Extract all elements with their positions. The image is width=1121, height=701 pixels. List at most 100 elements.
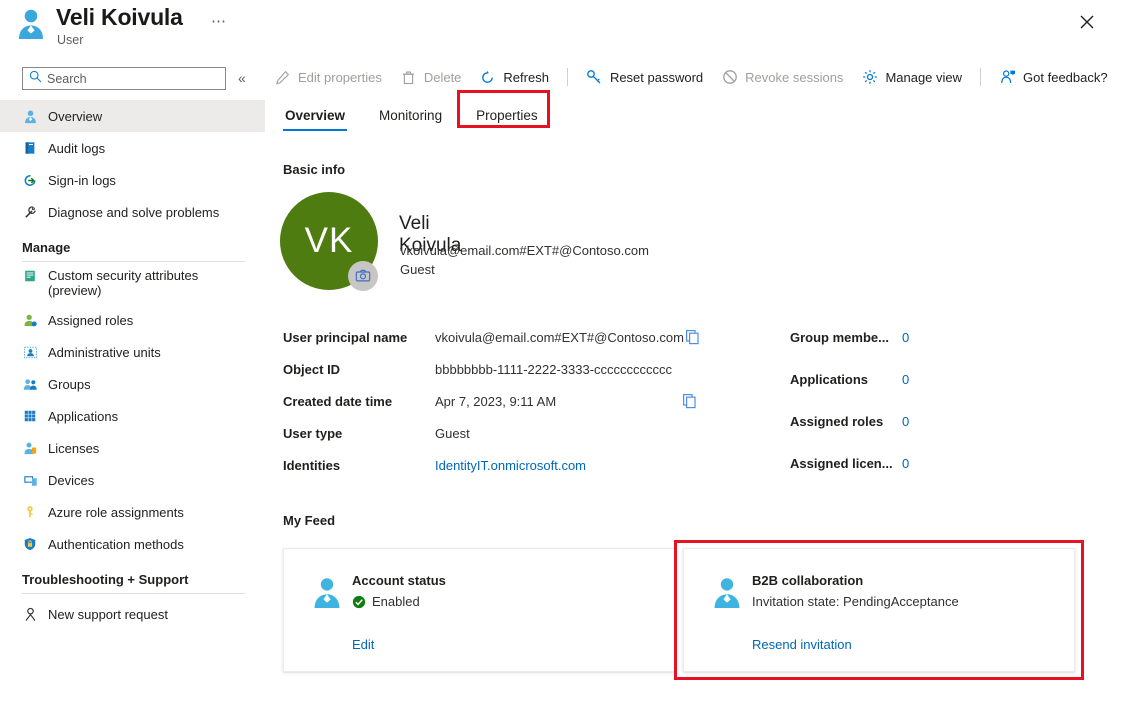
divider — [22, 593, 245, 594]
sidebar-item-licenses[interactable]: Licenses — [0, 432, 265, 464]
stat-value[interactable]: 0 — [902, 414, 909, 429]
toolbar-label: Manage view — [885, 70, 962, 85]
sidebar-item-label: Administrative units — [48, 345, 161, 360]
delete-button[interactable]: Delete — [391, 62, 471, 92]
tab-properties[interactable]: Properties — [474, 104, 540, 131]
sidebar-item-label: Sign-in logs — [48, 173, 116, 188]
stat-key: Assigned roles — [790, 414, 902, 429]
stat-row-applications: Applications 0 — [790, 372, 990, 414]
sidebar-item-label: Audit logs — [48, 141, 105, 156]
pencil-icon — [274, 69, 291, 86]
close-button[interactable] — [1073, 8, 1101, 36]
toolbar-divider — [567, 68, 568, 86]
reset-password-button[interactable]: Reset password — [577, 62, 712, 92]
feed-card-account-status[interactable]: Account status Enabled Edit — [283, 548, 675, 672]
sidebar-item-assigned-roles[interactable]: Assigned roles — [0, 304, 265, 336]
stat-key: Assigned licen... — [790, 456, 902, 471]
tab-overview[interactable]: Overview — [283, 104, 347, 131]
page-title: Veli Koivula — [56, 4, 183, 31]
book-icon — [22, 140, 38, 156]
card-link-resend-invitation[interactable]: Resend invitation — [752, 637, 852, 652]
sidebar-item-administrative-units[interactable]: Administrative units — [0, 336, 265, 368]
refresh-button[interactable]: Refresh — [470, 62, 558, 92]
sidebar-group-title: Manage — [22, 228, 245, 261]
sidebar-item-label: Authentication methods — [48, 537, 184, 552]
stat-value[interactable]: 0 — [902, 456, 909, 471]
card-title: Account status — [352, 573, 446, 588]
gear-icon — [861, 69, 878, 86]
basic-info-title: Basic info — [283, 162, 345, 177]
sidebar-item-label: Applications — [48, 409, 118, 424]
card-title: B2B collaboration — [752, 573, 863, 588]
stat-value[interactable]: 0 — [902, 330, 909, 345]
key-icon — [22, 504, 38, 520]
tab-monitoring[interactable]: Monitoring — [377, 104, 444, 131]
copy-icon[interactable] — [685, 329, 701, 345]
profile-email: vkoivula@email.com#EXT#@Contoso.com — [400, 243, 649, 258]
sidebar-item-applications[interactable]: Applications — [0, 400, 265, 432]
sidebar-item-azure-role-assignments[interactable]: Azure role assignments — [0, 496, 265, 528]
licenses-icon — [22, 440, 38, 456]
stat-key: Group membe... — [790, 330, 902, 345]
sidebar-item-audit-logs[interactable]: Audit logs — [0, 132, 265, 164]
sidebar-item-label: Azure role assignments — [48, 505, 184, 520]
user-overview-page: Veli Koivula ⋯ User « — [0, 0, 1121, 701]
revoke-sessions-button[interactable]: Revoke sessions — [712, 62, 852, 92]
got-feedback-button[interactable]: Got feedback? — [990, 62, 1117, 92]
card-subtitle: Invitation state: PendingAcceptance — [752, 594, 959, 609]
sidebar-item-devices[interactable]: Devices — [0, 464, 265, 496]
support-person-icon — [22, 606, 38, 622]
toolbar-label: Reset password — [610, 70, 703, 85]
sidebar-item-diagnose[interactable]: Diagnose and solve problems — [0, 196, 265, 228]
wrench-icon — [22, 204, 38, 220]
trash-icon — [400, 69, 417, 86]
sidebar: « Overview — [0, 52, 265, 701]
sidebar-item-label: Devices — [48, 473, 94, 488]
sidebar-collapse-button[interactable]: « — [238, 68, 246, 88]
tab-bar: Overview Monitoring Properties — [283, 104, 570, 131]
sidebar-item-custom-security-attributes[interactable]: Custom security attributes (preview) — [0, 262, 265, 304]
sidebar-item-sign-in-logs[interactable]: Sign-in logs — [0, 164, 265, 196]
camera-icon[interactable] — [348, 261, 378, 291]
avatar-initials: VK — [305, 221, 354, 261]
card-link-edit[interactable]: Edit — [352, 637, 374, 652]
detail-value: Guest — [435, 426, 470, 441]
sidebar-item-label: Licenses — [48, 441, 99, 456]
toolbar-label: Refresh — [503, 70, 549, 85]
sidebar-item-label: Custom security attributes (preview) — [48, 268, 233, 298]
feed-card-b2b-collaboration[interactable]: B2B collaboration Invitation state: Pend… — [683, 548, 1075, 672]
header-user-icon — [14, 6, 48, 40]
page-subtitle: User — [57, 33, 83, 47]
search-input[interactable] — [42, 72, 210, 86]
stat-row-group-memberships: Group membe... 0 — [790, 330, 990, 372]
detail-key: Identities — [283, 458, 435, 473]
sidebar-item-overview[interactable]: Overview — [0, 100, 265, 132]
block-icon — [721, 69, 738, 86]
groups-icon — [22, 376, 38, 392]
identities-link[interactable]: IdentityIT.onmicrosoft.com — [435, 458, 586, 473]
sidebar-item-authentication-methods[interactable]: Authentication methods — [0, 528, 265, 560]
sidebar-item-label: Diagnose and solve problems — [48, 205, 219, 220]
command-toolbar: Edit properties Delete — [265, 60, 1117, 94]
toolbar-divider — [980, 68, 981, 86]
manage-view-button[interactable]: Manage view — [852, 62, 971, 92]
toolbar-label: Revoke sessions — [745, 70, 843, 85]
feedback-icon — [999, 69, 1016, 86]
page-header: Veli Koivula ⋯ User — [0, 0, 1121, 52]
assigned-roles-icon — [22, 312, 38, 328]
sidebar-group-manage: Manage — [0, 228, 265, 262]
search-icon — [29, 70, 42, 88]
sidebar-item-groups[interactable]: Groups — [0, 368, 265, 400]
my-feed-title: My Feed — [283, 513, 335, 528]
stat-value[interactable]: 0 — [902, 372, 909, 387]
search-box[interactable] — [22, 67, 226, 90]
sidebar-item-new-support-request[interactable]: New support request — [0, 598, 265, 630]
card-subtitle-text: Invitation state: PendingAcceptance — [752, 594, 959, 609]
card-subtitle-text: Enabled — [372, 594, 420, 609]
edit-properties-button[interactable]: Edit properties — [265, 62, 391, 92]
user-icon — [22, 108, 38, 124]
refresh-icon — [479, 69, 496, 86]
key-icon — [586, 69, 603, 86]
toolbar-label: Edit properties — [298, 70, 382, 85]
more-options-button[interactable]: ⋯ — [211, 12, 227, 30]
